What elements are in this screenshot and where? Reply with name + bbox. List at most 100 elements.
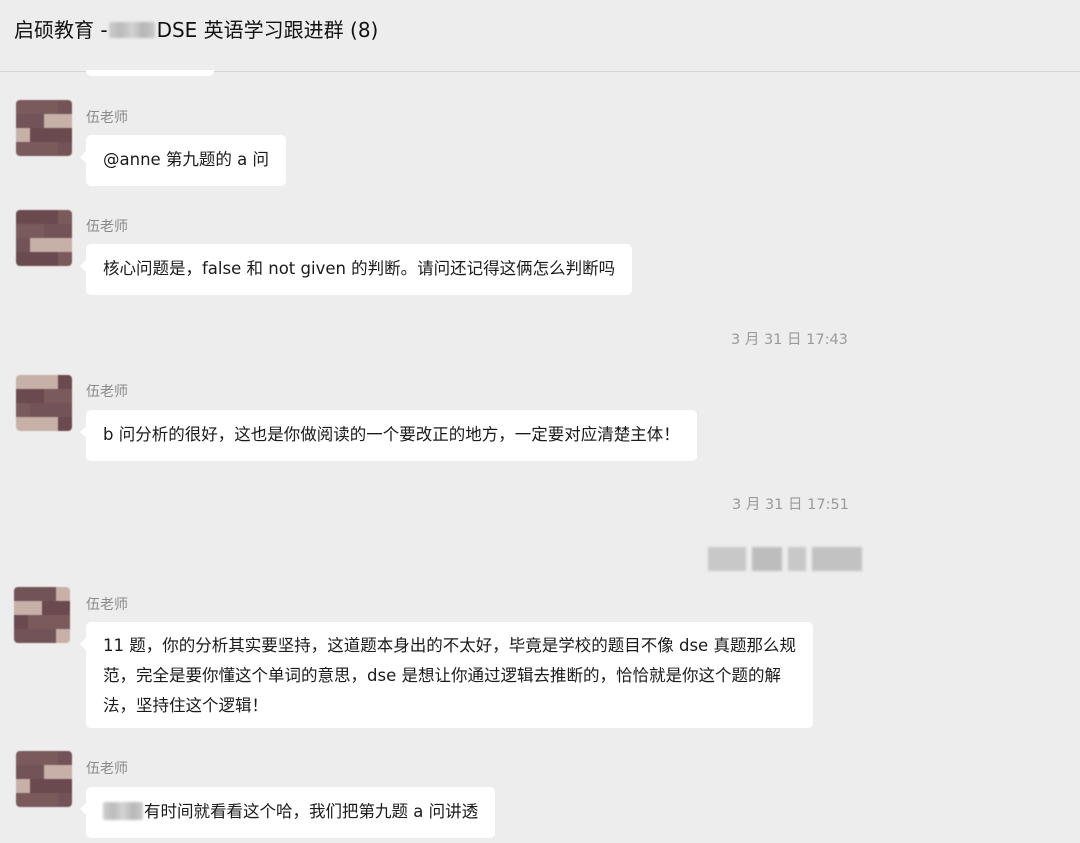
sender-name: 伍老师 — [86, 384, 128, 400]
message-text-line: 范，完全是要你懂这个单词的意思，dse 是想让你通过逻辑去推断的，恰恰就是你这个… — [103, 666, 781, 685]
avatar-pixel — [44, 417, 58, 431]
avatar-pixel — [44, 224, 58, 238]
avatar-pixel — [16, 389, 30, 403]
sender-name: 伍老师 — [86, 110, 128, 126]
message-text-line: 11 题，你的分析其实要坚持，这道题本身出的不太好，毕竟是学校的题目不像 dse… — [103, 636, 796, 655]
avatar-pixel — [28, 601, 42, 615]
avatar-pixel — [44, 389, 58, 403]
avatar-pixel — [30, 224, 44, 238]
avatar-pixel — [58, 224, 72, 238]
avatar-pixel — [56, 615, 70, 629]
message-text-line: 法，坚持住这个逻辑！ — [103, 696, 268, 715]
avatar-pixel — [58, 403, 72, 417]
avatar[interactable] — [16, 100, 72, 156]
avatar-pixel — [28, 587, 42, 601]
chat-title-suffix: DSE 英语学习跟进群 (8) — [156, 18, 379, 42]
avatar-pixel — [58, 779, 72, 793]
avatar-pixel — [58, 100, 72, 114]
avatar-pixel — [30, 375, 44, 389]
avatar-pixel — [58, 142, 72, 156]
avatar-pixel — [44, 751, 58, 765]
avatar-pixel — [42, 587, 56, 601]
avatar-pixel — [14, 629, 28, 643]
avatar-pixel — [30, 765, 44, 779]
avatar-pixel — [30, 252, 44, 266]
chat-header: 启硕教育 - DSE 英语学习跟进群 (8) — [0, 0, 1080, 72]
avatar-pixel — [16, 751, 30, 765]
avatar-pixel — [16, 252, 30, 266]
avatar-pixel — [14, 587, 28, 601]
sender-name: 伍老师 — [86, 597, 128, 613]
redacted-name — [108, 22, 155, 38]
avatar-pixel — [58, 417, 72, 431]
avatar-pixel — [44, 128, 58, 142]
message-bubble[interactable]: 11 题，你的分析其实要坚持，这道题本身出的不太好，毕竟是学校的题目不像 dse… — [80, 622, 813, 728]
avatar-pixel — [30, 114, 44, 128]
avatar-pixel — [44, 779, 58, 793]
message-text: 有时间就看看这个哈，我们把第九题 a 问讲透 — [144, 802, 479, 821]
timestamp: 3 月 31 日 17:43 — [731, 332, 848, 348]
avatar-pixel — [16, 100, 30, 114]
avatar-pixel — [42, 601, 56, 615]
message-bubble[interactable]: b 问分析的很好，这也是你做阅读的一个要改正的地方，一定要对应清楚主体！ — [80, 410, 697, 461]
avatar-pixel — [44, 100, 58, 114]
message-bubble[interactable]: 核心问题是，false 和 not given 的判断。请问还记得这俩怎么判断吗 — [79, 244, 633, 295]
avatar-pixel — [30, 210, 44, 224]
message-text: @anne 第九题的 a 问 — [103, 150, 270, 169]
avatar-pixel — [30, 142, 44, 156]
avatar-pixel — [16, 224, 30, 238]
avatar-pixel — [42, 615, 56, 629]
message-bubble[interactable]: @anne 第九题的 a 问 — [79, 135, 287, 186]
avatar-pixel — [16, 128, 30, 142]
avatar-pixel — [58, 765, 72, 779]
avatar-pixel — [28, 629, 42, 643]
avatar[interactable] — [16, 210, 72, 266]
avatar-pixel — [44, 403, 58, 417]
avatar-pixel — [42, 629, 56, 643]
avatar-pixel — [44, 252, 58, 266]
avatar-pixel — [14, 601, 28, 615]
previous-message-bubble-edge — [86, 70, 214, 76]
avatar-pixel — [16, 210, 30, 224]
sender-name: 伍老师 — [86, 219, 128, 235]
avatar-pixel — [56, 587, 70, 601]
avatar-pixel — [58, 389, 72, 403]
avatar-pixel — [58, 128, 72, 142]
avatar-pixel — [58, 793, 72, 807]
avatar[interactable] — [16, 375, 72, 431]
avatar[interactable] — [16, 751, 72, 807]
avatar-pixel — [28, 615, 42, 629]
avatar-pixel — [16, 375, 30, 389]
avatar-pixel — [30, 100, 44, 114]
avatar-pixel — [44, 765, 58, 779]
avatar-pixel — [58, 751, 72, 765]
avatar-pixel — [44, 142, 58, 156]
redacted-mention — [103, 802, 143, 820]
avatar-pixel — [44, 375, 58, 389]
avatar-pixel — [58, 114, 72, 128]
message-text: 核心问题是，false 和 not given 的判断。请问还记得这俩怎么判断吗 — [103, 259, 616, 278]
avatar-pixel — [30, 403, 44, 417]
avatar-pixel — [58, 238, 72, 252]
avatar-pixel — [30, 238, 44, 252]
avatar[interactable] — [14, 587, 70, 643]
chat-title-prefix: 启硕教育 - — [14, 18, 108, 42]
timestamp: 3 月 31 日 17:51 — [732, 497, 849, 513]
avatar-pixel — [16, 114, 30, 128]
avatar-pixel — [44, 114, 58, 128]
avatar-pixel — [30, 751, 44, 765]
avatar-pixel — [16, 793, 30, 807]
chat-title: 启硕教育 - DSE 英语学习跟进群 (8) — [14, 17, 378, 43]
avatar-pixel — [16, 779, 30, 793]
avatar-pixel — [16, 417, 30, 431]
avatar-pixel — [30, 417, 44, 431]
avatar-pixel — [30, 793, 44, 807]
message-bubble[interactable]: 有时间就看看这个哈，我们把第九题 a 问讲透 — [79, 787, 496, 838]
avatar-pixel — [58, 252, 72, 266]
avatar-pixel — [16, 238, 30, 252]
avatar-pixel — [30, 389, 44, 403]
avatar-pixel — [58, 375, 72, 389]
avatar-pixel — [44, 210, 58, 224]
avatar-pixel — [44, 793, 58, 807]
avatar-pixel — [16, 142, 30, 156]
